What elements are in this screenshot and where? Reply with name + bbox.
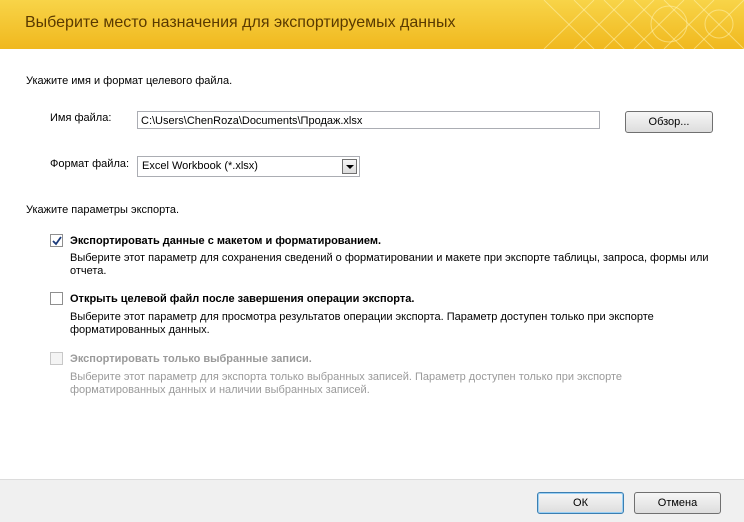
filename-input[interactable]: C:\Users\ChenRoza\Documents\Продаж.xlsx: [137, 111, 600, 129]
footer-divider: [0, 479, 744, 480]
chevron-down-icon[interactable]: [342, 159, 357, 174]
selected-records-only-checkbox: [50, 352, 63, 365]
file-section-label: Укажите имя и формат целевого файла.: [26, 75, 233, 87]
format-select-value: Excel Workbook (*.xlsx): [142, 160, 258, 172]
browse-button[interactable]: Обзор...: [625, 111, 713, 133]
dialog-header: Выберите место назначения для экспортиру…: [0, 0, 744, 49]
option-desc-formatting: Выберите этот параметр для сохранения св…: [70, 252, 709, 277]
check-icon: [52, 236, 62, 246]
header-decoration: [543, 0, 744, 49]
export-with-formatting-checkbox[interactable]: [50, 234, 63, 247]
format-label: Формат файла:: [50, 158, 130, 170]
option-desc-selected-only: Выберите этот параметр для экспорта толь…: [70, 371, 623, 396]
export-section-label: Укажите параметры экспорта.: [26, 204, 180, 216]
filename-label: Имя файла:: [50, 112, 112, 124]
open-after-export-checkbox[interactable]: [50, 292, 63, 305]
cancel-button[interactable]: Отмена: [634, 492, 721, 514]
dialog-title: Выберите место назначения для экспортиру…: [25, 14, 456, 31]
format-select[interactable]: Excel Workbook (*.xlsx): [137, 156, 360, 177]
ok-button[interactable]: ОК: [537, 492, 624, 514]
option-title-formatting[interactable]: Экспортировать данные с макетом и формат…: [70, 235, 381, 247]
option-desc-open-after: Выберите этот параметр для просмотра рез…: [70, 311, 654, 336]
option-title-open-after[interactable]: Открыть целевой файл после завершения оп…: [70, 293, 414, 305]
option-title-selected-only: Экспортировать только выбранные записи.: [70, 353, 312, 365]
